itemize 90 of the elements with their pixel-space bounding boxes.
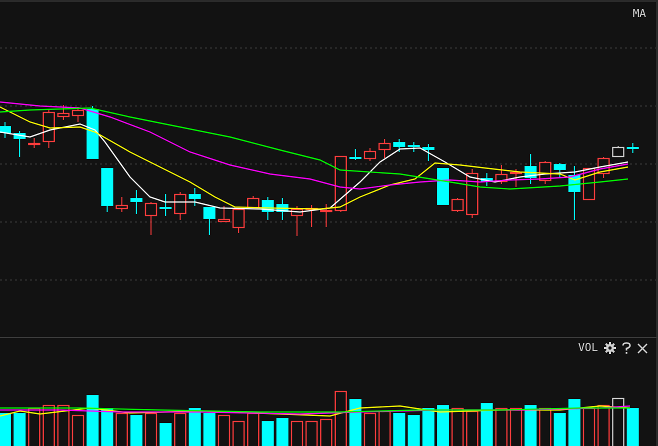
volume-bar (203, 413, 216, 446)
candlestick (174, 192, 186, 220)
volume-bar (554, 413, 566, 446)
candlestick (554, 162, 566, 178)
volume-bar (408, 415, 420, 446)
volume-bar (130, 415, 142, 446)
volume-bar (582, 408, 596, 446)
volume-bar (42, 404, 55, 446)
candlestick (262, 196, 274, 220)
candlestick (568, 166, 580, 220)
candlestick (364, 148, 376, 162)
candlestick (495, 164, 508, 184)
candlestick (86, 106, 99, 160)
candlestick (14, 130, 26, 158)
volume-bar (144, 412, 158, 446)
volume-bar (28, 408, 40, 446)
candlestick (72, 106, 84, 122)
candlestick (144, 202, 158, 236)
volume-bar (364, 412, 376, 446)
volume-bar (218, 414, 230, 446)
volume-bar (174, 412, 186, 446)
candlestick (349, 148, 362, 160)
volume-bar (378, 410, 391, 446)
volume-bar (510, 408, 522, 446)
candlestick (130, 190, 142, 214)
candlestick (626, 142, 639, 154)
candlestick (28, 138, 40, 148)
candlestick (203, 206, 216, 236)
close-icon[interactable] (637, 342, 648, 354)
volume-bar (393, 413, 406, 446)
volume-bar (276, 418, 288, 446)
volume-bar (320, 418, 332, 446)
volume-bar (306, 420, 318, 446)
volume-bar (626, 408, 639, 446)
candlestick (101, 168, 114, 212)
candlestick (422, 144, 434, 162)
candlestick (480, 172, 493, 186)
volume-bar (72, 414, 84, 446)
candlestick (437, 168, 449, 206)
volume-bar (524, 405, 537, 446)
candlestick (218, 206, 230, 222)
candlestick (188, 188, 201, 206)
candlestick (510, 168, 522, 188)
candlestick (160, 194, 172, 216)
volume-bar (0, 413, 11, 446)
help-icon[interactable] (622, 342, 631, 354)
volume-bar (116, 412, 128, 446)
settings-icon[interactable] (604, 342, 616, 354)
volume-bar (437, 405, 449, 446)
volume-bar (452, 408, 464, 446)
candlestick (466, 168, 478, 218)
volume-bar (539, 408, 552, 446)
volume-bar (86, 395, 99, 446)
candlestick (598, 156, 610, 178)
volume-bar (14, 413, 26, 446)
candlestick (334, 156, 347, 212)
candlestick (452, 198, 464, 212)
volume-bar (480, 403, 493, 446)
candlestick (0, 122, 11, 138)
volume-bar (262, 421, 274, 446)
candlestick (378, 138, 391, 158)
volume-bar (349, 399, 362, 446)
candlestick (232, 208, 245, 234)
indicator-label: VOL (578, 340, 598, 356)
volume-bar (247, 412, 260, 446)
candlestick (393, 138, 406, 152)
candlestick (57, 104, 70, 120)
candlestick (247, 196, 260, 208)
candlestick (116, 196, 128, 212)
candlestick (524, 154, 537, 184)
volume-bar (495, 408, 508, 446)
candlestick (306, 204, 318, 228)
volume-bar (466, 410, 478, 446)
candlestick (320, 204, 332, 228)
candlestick (408, 142, 420, 152)
candlestick (42, 110, 55, 148)
volume-bar (598, 404, 610, 446)
candlestick (276, 198, 288, 220)
volume-bar (612, 398, 624, 446)
volume-bar (568, 399, 580, 446)
volume-bar (334, 390, 347, 446)
volume-bar (160, 423, 172, 446)
candlestick (612, 146, 624, 158)
indicator-label: MA (632, 6, 646, 22)
volume-bar (290, 420, 304, 446)
volume-bar (232, 420, 245, 446)
volume-bar (57, 404, 70, 446)
candlestick (290, 206, 304, 236)
volume-bar (188, 408, 201, 446)
volume-bar (422, 408, 434, 446)
